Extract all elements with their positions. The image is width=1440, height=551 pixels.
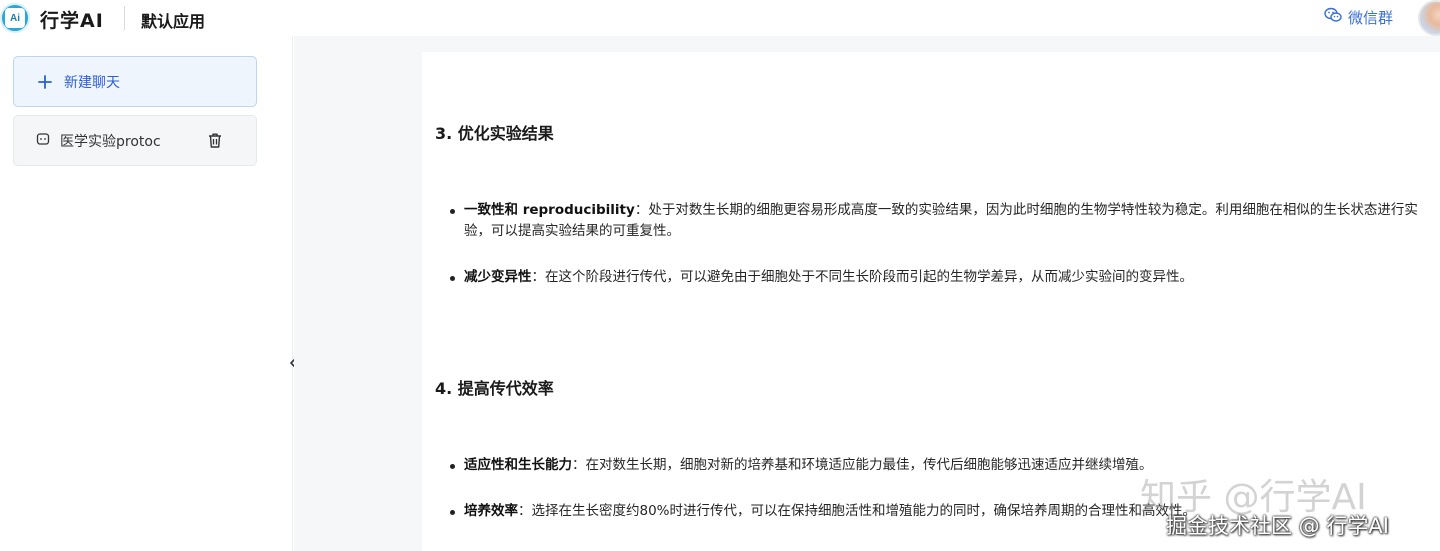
sidebar: 新建聊天 医学实验protoc: [0, 36, 293, 551]
user-avatar[interactable]: [1418, 0, 1440, 36]
list-item-term: 适应性和生长能力: [464, 457, 572, 473]
chat-list-item[interactable]: 医学实验protoc: [13, 115, 257, 166]
logo-icon: Ai: [5, 8, 25, 28]
list-item-text: ：在这个阶段进行传代，可以避免由于细胞处于不同生长阶段而引起的生物学差异，从而减…: [531, 269, 1194, 285]
section-heading: 3. 优化实验结果: [435, 124, 554, 143]
app-logo[interactable]: Ai: [0, 3, 30, 33]
current-app-name[interactable]: 默认应用: [141, 8, 205, 32]
brand-name[interactable]: 行学AI: [40, 6, 104, 33]
delete-chat-icon[interactable]: [207, 132, 223, 153]
list-item: 一致性和 reproducibility：处于对数生长期的细胞更容易形成高度一致…: [435, 200, 1440, 242]
list-item-term: 一致性和 reproducibility: [464, 202, 635, 218]
plus-icon: [38, 72, 52, 92]
chat-title: 医学实验protoc: [60, 133, 161, 150]
header-divider: [124, 6, 125, 30]
chat-bubble-icon: [36, 132, 50, 150]
wechat-icon: [1324, 7, 1342, 27]
list-item-term: 培养效率: [464, 503, 518, 519]
top-header: Ai 行学AI 默认应用 微信群: [0, 0, 1440, 36]
list-item-term: 减少变异性: [464, 269, 532, 285]
section-heading: 4. 提高传代效率: [435, 379, 554, 398]
wechat-group-label: 微信群: [1348, 8, 1394, 27]
new-chat-label: 新建聊天: [64, 74, 120, 91]
list-item-text: ：选择在生长密度约80%时进行传代，可以在保持细胞活性和增殖能力的同时，确保培养…: [518, 503, 1197, 519]
juejin-watermark: 掘金技术社区 @ 行学AI: [1166, 514, 1389, 538]
new-chat-button[interactable]: 新建聊天: [13, 56, 257, 107]
list-item: 减少变异性：在这个阶段进行传代，可以避免由于细胞处于不同生长阶段而引起的生物学差…: [435, 267, 1440, 288]
list-item-text: ：在对数生长期，细胞对新的培养基和环境适应能力最佳，传代后细胞能够迅速适应并继续…: [572, 457, 1153, 473]
wechat-group-button[interactable]: 微信群: [1324, 5, 1393, 29]
app-root: Ai 行学AI 默认应用 微信群 新建聊天 医学实验protoc 3. 优化实验…: [0, 0, 1440, 551]
